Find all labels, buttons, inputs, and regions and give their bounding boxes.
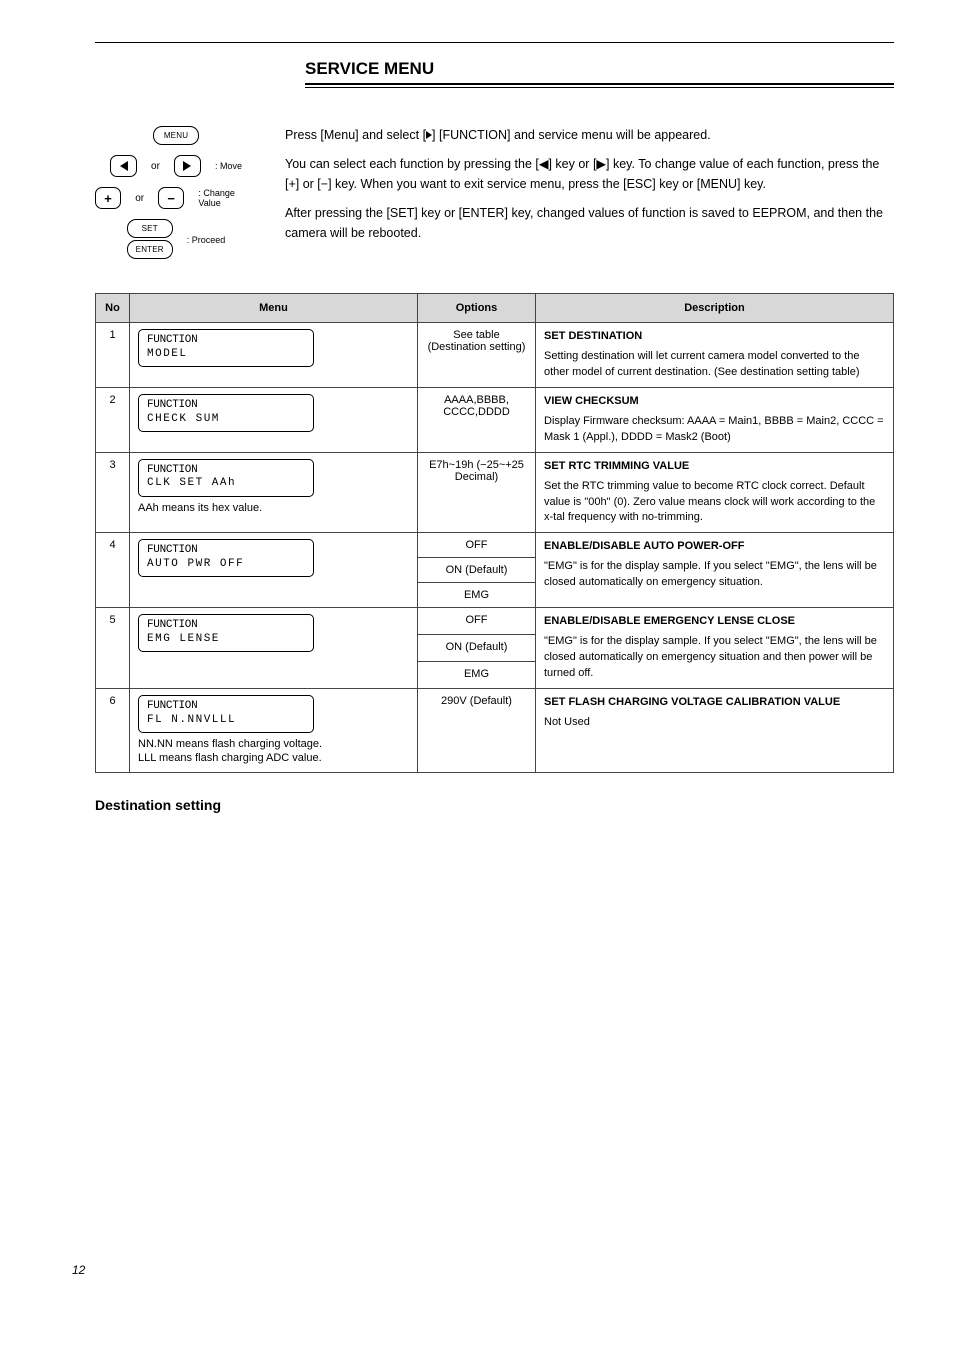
row-no: 4 — [96, 533, 130, 608]
row-option: OFF — [418, 608, 536, 635]
lcd-display: FUNCTIONCHECK SUM — [138, 394, 314, 432]
intro-text: Press [Menu] and select [] [FUNCTION] an… — [285, 126, 894, 243]
table-row: 4FUNCTIONAUTO PWR OFFOFFENABLE/DISABLE A… — [96, 533, 894, 558]
button-legend: MENU or : Move + or − : Change Value SET… — [95, 126, 257, 271]
lcd-display: FUNCTIONAUTO PWR OFF — [138, 539, 314, 577]
th-no: No — [96, 294, 130, 323]
menu-note: AAh means its hex value. — [138, 501, 409, 515]
row-no: 5 — [96, 608, 130, 689]
row-menu: FUNCTIONMODEL — [130, 323, 418, 388]
proceed-label: : Proceed — [187, 235, 226, 245]
row-no: 6 — [96, 689, 130, 773]
row-option: EMG — [418, 583, 536, 608]
lcd-display: FUNCTIONFL N.NNVLLL — [138, 695, 314, 733]
destination-setting-heading: Destination setting — [95, 797, 894, 813]
row-menu: FUNCTIONFL N.NNVLLL NN.NN means flash cha… — [130, 689, 418, 773]
table-row: 1FUNCTIONMODEL See table (Destination set… — [96, 323, 894, 388]
plus-button: + — [95, 187, 121, 209]
th-menu: Menu — [130, 294, 418, 323]
or-label-2: or — [131, 193, 148, 204]
minus-button: − — [158, 187, 184, 209]
table-row: 2FUNCTIONCHECK SUM AAAA,BBBB, CCCC,DDDDVI… — [96, 387, 894, 452]
menu-note: NN.NN means flash charging voltage.LLL m… — [138, 737, 409, 766]
row-option: EMG — [418, 662, 536, 689]
th-description: Description — [536, 294, 894, 323]
row-description: SET FLASH CHARGING VOLTAGE CALIBRATION V… — [536, 689, 894, 773]
left-arrow-icon — [120, 161, 128, 171]
lcd-display: FUNCTIONEMG LENSE — [138, 614, 314, 652]
row-option: E7h~19h (−25~+25 Decimal) — [418, 452, 536, 533]
right-arrow-button — [174, 155, 201, 177]
table-row: 3FUNCTIONCLK SET AAh AAh means its hex va… — [96, 452, 894, 533]
row-menu: FUNCTIONCHECK SUM — [130, 387, 418, 452]
move-label: : Move — [215, 161, 242, 171]
row-option: OFF — [418, 533, 536, 558]
row-option: ON (Default) — [418, 558, 536, 583]
table-row: 5FUNCTIONEMG LENSEOFFENABLE/DISABLE EMER… — [96, 608, 894, 635]
menu-button: MENU — [153, 126, 199, 145]
or-label: or — [147, 161, 164, 172]
service-menu-table: No Menu Options Description 1FUNCTIONMOD… — [95, 293, 894, 773]
enter-button: ENTER — [127, 240, 173, 259]
row-menu: FUNCTIONEMG LENSE — [130, 608, 418, 689]
plus-icon: + — [104, 192, 112, 205]
row-description: ENABLE/DISABLE EMERGENCY LENSE CLOSE"EMG… — [536, 608, 894, 689]
row-menu: FUNCTIONCLK SET AAh AAh means its hex val… — [130, 452, 418, 533]
row-no: 2 — [96, 387, 130, 452]
row-option: 290V (Default) — [418, 689, 536, 773]
row-no: 3 — [96, 452, 130, 533]
lcd-display: FUNCTIONCLK SET AAh — [138, 459, 314, 497]
row-description: SET RTC TRIMMING VALUESet the RTC trimmi… — [536, 452, 894, 533]
row-option: See table (Destination setting) — [418, 323, 536, 388]
right-arrow-icon — [183, 161, 191, 171]
minus-icon: − — [167, 192, 175, 205]
table-row: 6FUNCTIONFL N.NNVLLL NN.NN means flash ch… — [96, 689, 894, 773]
row-description: ENABLE/DISABLE AUTO POWER-OFF"EMG" is fo… — [536, 533, 894, 608]
th-options: Options — [418, 294, 536, 323]
set-button: SET — [127, 219, 173, 238]
lcd-display: FUNCTIONMODEL — [138, 329, 314, 367]
page-number: 12 — [72, 1263, 85, 1277]
left-arrow-button — [110, 155, 137, 177]
change-value-label: : Change Value — [198, 188, 257, 208]
page-title: SERVICE MENU — [305, 59, 894, 79]
row-no: 1 — [96, 323, 130, 388]
row-description: SET DESTINATIONSetting destination will … — [536, 323, 894, 388]
row-description: VIEW CHECKSUMDisplay Firmware checksum: … — [536, 387, 894, 452]
row-option: AAAA,BBBB, CCCC,DDDD — [418, 387, 536, 452]
row-option: ON (Default) — [418, 635, 536, 662]
row-menu: FUNCTIONAUTO PWR OFF — [130, 533, 418, 608]
